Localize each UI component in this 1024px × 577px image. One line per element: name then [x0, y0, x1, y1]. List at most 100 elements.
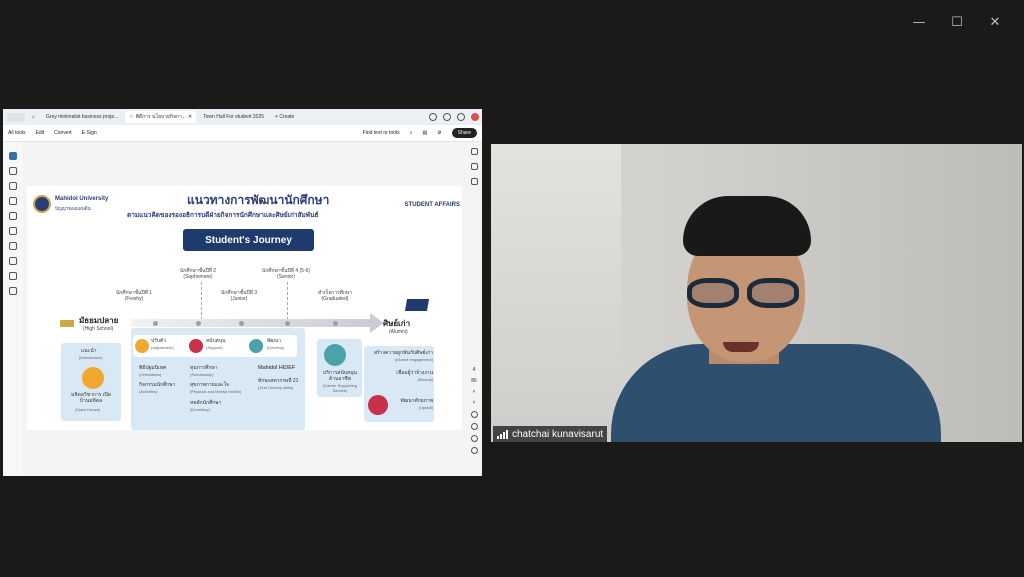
alumni-upskill: พัฒนาศักยภาพ — [400, 398, 433, 404]
find-tools-label[interactable]: Find text or tools — [363, 130, 400, 136]
student-icon — [60, 320, 74, 327]
tab-label: Grey minimalist business proje... — [46, 114, 119, 120]
stamp-tool-icon[interactable] — [9, 227, 17, 235]
zoom-tool-icon[interactable] — [9, 167, 17, 175]
person-mouth — [723, 342, 759, 352]
current-page[interactable]: 4 — [473, 367, 476, 373]
browser-tab[interactable]: Town Hall For student 2025 — [199, 111, 268, 123]
item-health: สุขภาพกายและใจ — [190, 382, 229, 388]
page-up-icon[interactable]: ˄ — [473, 389, 476, 395]
text-tool-icon[interactable] — [9, 212, 17, 220]
item-skills-sub: (21st Century skills) — [258, 385, 294, 390]
university-name: Mahidol University — [55, 196, 109, 202]
browser-tab-active[interactable]: ☆ พิธีการ นโยบายกิจกา... ✕ — [125, 111, 197, 123]
tab-label: Town Hall For student 2025 — [203, 114, 265, 120]
edit-tool-icon[interactable] — [9, 242, 17, 250]
pen-tool-icon[interactable] — [9, 182, 17, 190]
search-icon[interactable]: ⌕ — [410, 130, 413, 136]
pages-icon[interactable] — [470, 178, 478, 185]
bookmark-icon[interactable] — [470, 163, 478, 170]
career-sub: (Career Supporting Service) — [322, 383, 358, 393]
bell-icon[interactable] — [443, 113, 451, 121]
timeline-dot — [333, 321, 338, 326]
print-icon[interactable]: ▤ — [422, 130, 427, 136]
intro-sub: (Introduction) — [79, 355, 103, 360]
zoom-out-icon[interactable] — [470, 447, 478, 454]
item-dorm: หอพักนักศึกษา — [190, 400, 222, 406]
item-activities-sub: (Activities) — [139, 389, 158, 394]
journey-banner: Student's Journey — [183, 229, 314, 251]
phase-support-sub: (Support) — [206, 345, 223, 350]
help-icon[interactable] — [429, 113, 437, 121]
alumni-engagement: สร้างความผูกพันกับศิษย์เก่า — [373, 350, 433, 356]
save-icon[interactable] — [470, 423, 478, 430]
slide-title: แนวทางการพัฒนานักศึกษา — [187, 193, 330, 207]
menu-all-tools[interactable]: All tools — [8, 130, 26, 136]
item-scholarship-sub: (Scholarship) — [190, 372, 214, 377]
open-house-label: มหิดลวิชาการ เปิดบ้านมหิดล — [71, 392, 111, 404]
refresh-icon[interactable] — [470, 411, 478, 418]
browser-tabbar: ⌂ Grey minimalist business proje... ☆ พิธ… — [3, 109, 482, 125]
background-wall — [491, 144, 621, 442]
open-house-sub: (Open House) — [75, 407, 101, 412]
rotate-tool-icon[interactable] — [9, 272, 17, 280]
student-affairs-logo: STUDENT AFFAIRS — [404, 202, 460, 208]
menu-esign[interactable]: E-Sign — [82, 130, 97, 136]
develop-icon — [249, 339, 263, 353]
graduation-cap-icon — [404, 299, 430, 311]
year-1-label: นักศึกษาชั้นปีที่ 1 (Freshy) — [115, 290, 153, 302]
timeline-tick — [201, 282, 202, 320]
close-tab-icon[interactable]: ✕ — [188, 114, 192, 120]
year-3-label: นักศึกษาชั้นปีที่ 3 (Junior) — [220, 290, 258, 302]
alumni-engagement-sub: (Alumni engagement) — [394, 357, 433, 362]
timeline-dot — [239, 321, 244, 326]
close-button[interactable]: ✕ — [976, 12, 1014, 32]
comment-icon[interactable] — [470, 148, 478, 155]
browser-tab[interactable]: Grey minimalist business proje... — [42, 111, 122, 123]
item-activities: กิจกรรมนักศึกษา — [139, 382, 176, 388]
slide-subtitle: ตามแนวคิดของรองอธิการบดีฝ่ายกิจการนักศึก… — [127, 211, 319, 219]
tab-label: พิธีการ นโยบายกิจกา... — [135, 114, 186, 120]
phase-adjust-sub: (Adjustment) — [151, 345, 174, 350]
alumni-recruit: เชื่อมผู้ว่าจ้างงาน — [396, 370, 433, 376]
share-button[interactable]: Share — [451, 128, 477, 138]
participant-name: chatchai kunavisarut — [512, 428, 604, 440]
page-down-icon[interactable]: ˅ — [473, 400, 476, 406]
person-hair — [683, 196, 811, 256]
apps-icon[interactable] — [457, 113, 465, 121]
item-orientation-sub: (Orientation) — [139, 372, 162, 377]
zoom-in-icon[interactable] — [470, 435, 478, 442]
career-label: บริการสนับสนุน ด้านอาชีพ — [323, 370, 357, 382]
avatar[interactable] — [471, 113, 479, 121]
maximize-button[interactable]: ☐ — [938, 12, 976, 32]
shared-screen: ⌂ Grey minimalist business proje... ☆ พิธ… — [3, 109, 482, 476]
timeline-dot — [285, 321, 290, 326]
menu-edit[interactable]: Edit — [36, 130, 45, 136]
alumni-sub: (Alumni) — [389, 329, 408, 335]
timeline-dot — [196, 321, 201, 326]
tab-actions-icon[interactable] — [7, 112, 25, 122]
delete-tool-icon[interactable] — [9, 257, 17, 265]
participant-video[interactable] — [491, 144, 1022, 442]
more-tools-icon[interactable] — [9, 287, 17, 295]
create-button[interactable]: + Create — [271, 111, 298, 123]
settings-icon[interactable]: ⚙ — [437, 130, 441, 136]
slide: Mahidol University ปัญญาของแผ่นดิน แนวทา… — [27, 186, 462, 430]
university-seal-icon — [33, 195, 51, 213]
audio-signal-icon — [497, 429, 508, 439]
high-school-sub: (High School) — [83, 326, 114, 332]
alumni-recruit-sub: (Recruit) — [417, 377, 433, 382]
glasses — [681, 278, 809, 308]
phase-develop-sub: (Develop) — [267, 345, 285, 350]
menu-convert[interactable]: Convert — [54, 130, 72, 136]
lasso-tool-icon[interactable] — [9, 197, 17, 205]
timeline-dot — [153, 321, 158, 326]
tools-rail — [3, 142, 23, 476]
minimize-button[interactable]: — — [900, 12, 938, 32]
home-icon[interactable]: ⌂ — [28, 111, 39, 123]
timeline-arrowhead — [370, 313, 384, 333]
pdf-toolbar: All tools Edit Convert E-Sign Find text … — [3, 125, 482, 142]
item-skills: ทักษะศตวรรษที่ 21 — [258, 378, 299, 384]
upskill-icon — [368, 395, 388, 415]
select-tool-icon[interactable] — [9, 152, 17, 160]
